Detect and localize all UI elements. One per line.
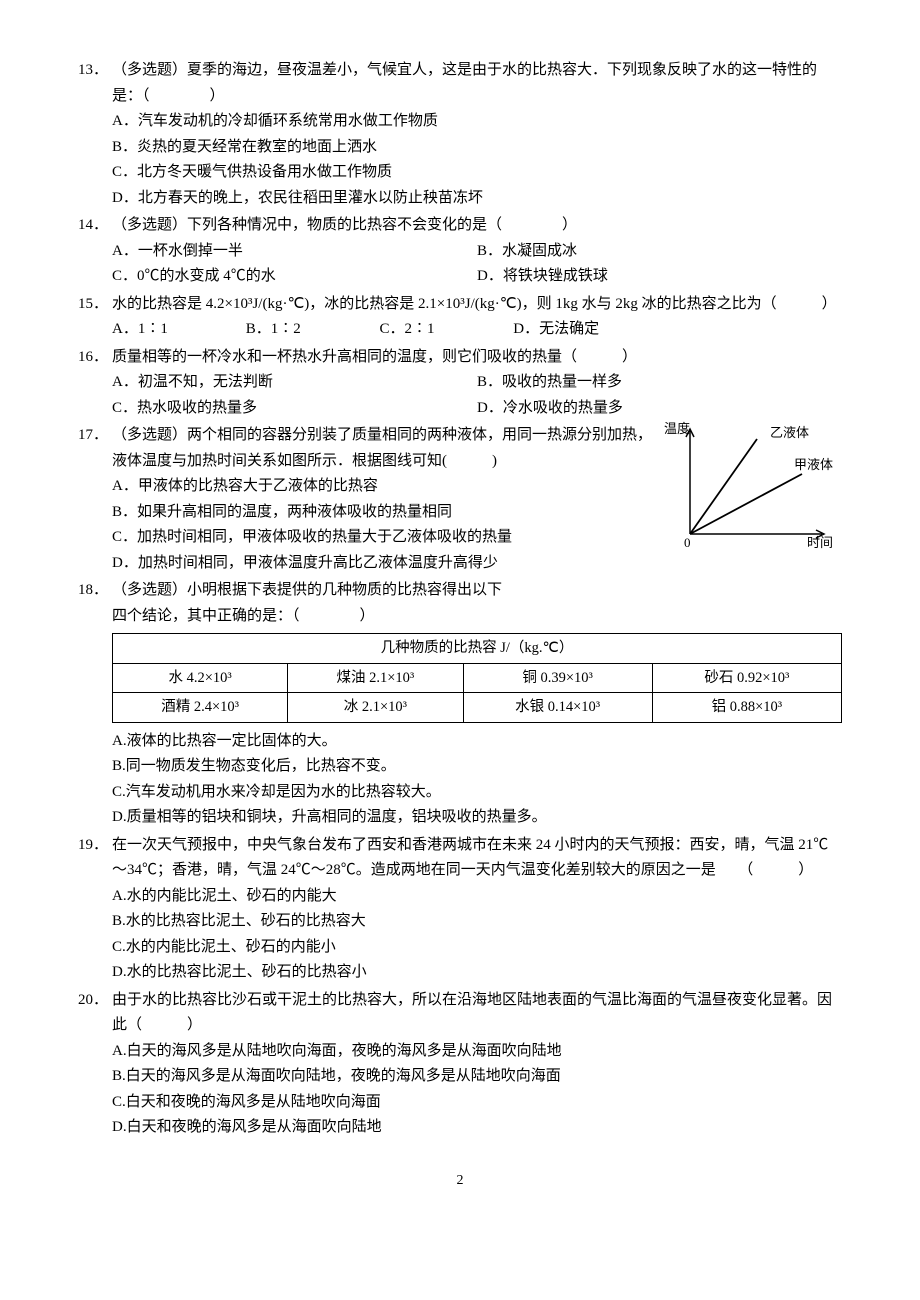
option-b: B．水凝固成冰 (477, 239, 842, 265)
option-c: C.水的内能比泥土、砂石的内能小 (112, 935, 842, 961)
question-15: 15． 水的比热容是 4.2×10³J/(kg·℃)，冰的比热容是 2.1×10… (78, 292, 842, 343)
origin-label: 0 (684, 535, 691, 550)
table-cell: 铜 0.39×10³ (463, 663, 652, 693)
question-stem-line-1: （多选题）小明根据下表提供的几种物质的比热容得出以下 (112, 578, 842, 604)
question-20: 20． 由于水的比热容比沙石或干泥土的比热容大，所以在沿海地区陆地表面的气温比海… (78, 988, 842, 1141)
option-a: A．初温不知，无法判断 (112, 370, 477, 396)
y-axis-label: 温度 (664, 421, 690, 436)
option-d: D.白天和夜晚的海风多是从海面吹向陆地 (112, 1115, 842, 1141)
page-number: 2 (78, 1169, 842, 1193)
x-axis-label: 时间 (807, 535, 833, 550)
table-title: 几种物质的比热容 J/（kg.℃） (113, 634, 842, 664)
question-17: 温度 乙液体 甲液体 0 时间 17． （多选题）两个相同的容器分别装了质量相同… (78, 423, 842, 576)
option-d: D．将铁块锉成铁球 (477, 264, 842, 290)
option-d: D．北方春天的晚上，农民往稻田里灌水以防止秧苗冻坏 (112, 186, 842, 212)
option-d: D．冷水吸收的热量多 (477, 396, 842, 422)
question-18: 18． （多选题）小明根据下表提供的几种物质的比热容得出以下 四个结论，其中正确… (78, 578, 842, 831)
table-cell: 水银 0.14×10³ (463, 693, 652, 723)
question-stem: （多选题）下列各种情况中，物质的比热容不会变化的是（ ） (112, 213, 842, 239)
option-a: A.水的内能比泥土、砂石的内能大 (112, 884, 842, 910)
question-stem: （多选题）夏季的海边，昼夜温差小，气候宜人，这是由于水的比热容大．下列现象反映了… (112, 58, 842, 109)
option-b: B．1∶2 (246, 317, 376, 343)
question-stem: （多选题）两个相同的容器分别装了质量相同的两种液体，用同一热源分别加热，液体温度… (112, 423, 654, 474)
question-number: 14． (78, 213, 112, 239)
option-b: B.水的比热容比泥土、砂石的比热容大 (112, 909, 842, 935)
option-a: A.白天的海风多是从陆地吹向海面，夜晚的海风多是从海面吹向陆地 (112, 1039, 842, 1065)
table-cell: 冰 2.1×10³ (288, 693, 463, 723)
question-number: 19． (78, 833, 112, 859)
option-c: C．2∶1 (380, 317, 510, 343)
option-a: A．一杯水倒掉一半 (112, 239, 477, 265)
question-14: 14． （多选题）下列各种情况中，物质的比热容不会变化的是（ ） A．一杯水倒掉… (78, 213, 842, 290)
option-a: A．1∶1 (112, 317, 242, 343)
option-c: C．北方冬天暖气供热设备用水做工作物质 (112, 160, 842, 186)
question-number: 17． (78, 423, 112, 449)
table-cell: 酒精 2.4×10³ (113, 693, 288, 723)
temperature-time-graph: 温度 乙液体 甲液体 0 时间 (662, 419, 842, 564)
line-label-yi: 乙液体 (770, 425, 809, 440)
option-c: C.汽车发动机用水来冷却是因为水的比热容较大。 (112, 780, 842, 806)
option-c: C.白天和夜晚的海风多是从陆地吹向海面 (112, 1090, 842, 1116)
option-c: C．热水吸收的热量多 (112, 396, 477, 422)
table-cell: 铝 0.88×10³ (652, 693, 841, 723)
question-stem: 由于水的比热容比沙石或干泥土的比热容大，所以在沿海地区陆地表面的气温比海面的气温… (112, 988, 842, 1039)
question-19: 19． 在一次天气预报中，中央气象台发布了西安和香港两城市在未来 24 小时内的… (78, 833, 842, 986)
option-a: A.液体的比热容一定比固体的大。 (112, 729, 842, 755)
table-cell: 水 4.2×10³ (113, 663, 288, 693)
specific-heat-table: 几种物质的比热容 J/（kg.℃） 水 4.2×10³ 煤油 2.1×10³ 铜… (112, 633, 842, 723)
question-16: 16． 质量相等的一杯冷水和一杯热水升高相同的温度，则它们吸收的热量（ ） A．… (78, 345, 842, 422)
option-b: B.白天的海风多是从海面吹向陆地，夜晚的海风多是从陆地吹向海面 (112, 1064, 842, 1090)
question-number: 16． (78, 345, 112, 371)
question-number: 13． (78, 58, 112, 84)
question-number: 20． (78, 988, 112, 1014)
line-label-jia: 甲液体 (794, 457, 833, 472)
option-b: B．吸收的热量一样多 (477, 370, 842, 396)
option-d: D.质量相等的铝块和铜块，升高相同的温度，铝块吸收的热量多。 (112, 805, 842, 831)
question-number: 18． (78, 578, 112, 604)
option-b: B.同一物质发生物态变化后，比热容不变。 (112, 754, 842, 780)
question-stem-line-2: 四个结论，其中正确的是：（ ） (78, 604, 842, 630)
question-number: 15． (78, 292, 112, 318)
question-stem: 质量相等的一杯冷水和一杯热水升高相同的温度，则它们吸收的热量（ ） (112, 345, 842, 371)
option-d: D.水的比热容比泥土、砂石的比热容小 (112, 960, 842, 986)
option-b: B．炎热的夏天经常在教室的地面上洒水 (112, 135, 842, 161)
question-13: 13． （多选题）夏季的海边，昼夜温差小，气候宜人，这是由于水的比热容大．下列现… (78, 58, 842, 211)
option-d: D．无法确定 (513, 317, 599, 343)
option-a: A．汽车发动机的冷却循环系统常用水做工作物质 (112, 109, 842, 135)
option-c: C．0℃的水变成 4℃的水 (112, 264, 477, 290)
question-stem: 水的比热容是 4.2×10³J/(kg·℃)，冰的比热容是 2.1×10³J/(… (112, 292, 842, 318)
table-cell: 煤油 2.1×10³ (288, 663, 463, 693)
table-cell: 砂石 0.92×10³ (652, 663, 841, 693)
question-stem: 在一次天气预报中，中央气象台发布了西安和香港两城市在未来 24 小时内的天气预报… (112, 833, 842, 884)
